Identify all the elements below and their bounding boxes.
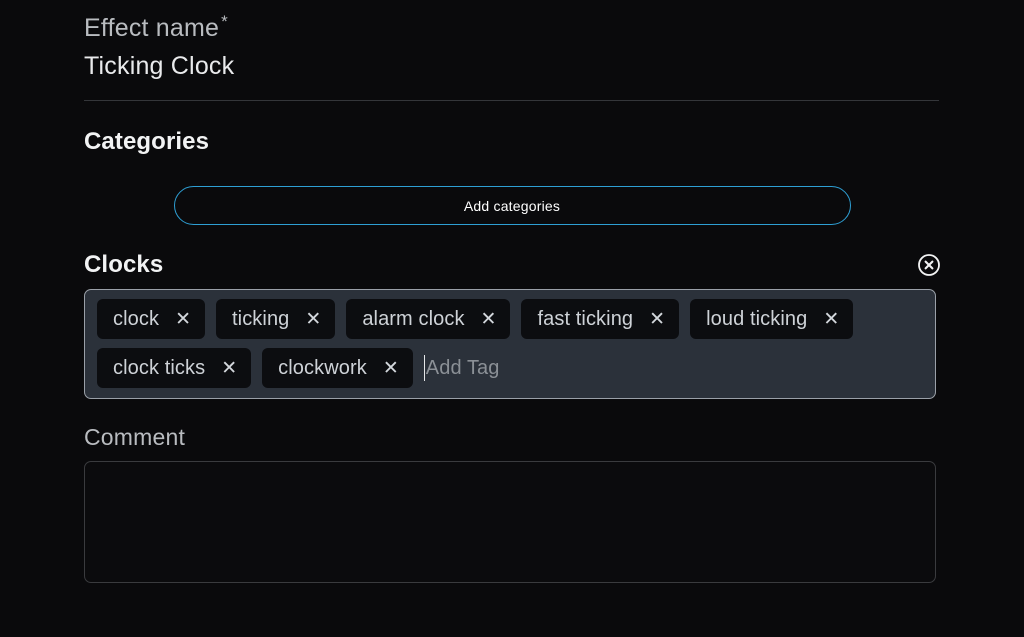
tag-remove-icon[interactable]: ✕ [383,359,399,378]
add-categories-row: Add categories [84,186,940,225]
tag-chip[interactable]: clock ticks ✕ [97,348,252,388]
tag-chip[interactable]: clock ✕ [97,299,205,339]
text-caret [423,355,425,381]
close-circle-icon-svg [918,254,940,276]
tag-chip[interactable]: loud ticking ✕ [690,299,854,339]
tag-input-container[interactable]: clock ✕ ticking ✕ alarm clock ✕ fast ticking ✕ l… [84,289,936,399]
tag-remove-icon[interactable]: ✕ [221,359,237,378]
tag-chip[interactable]: ticking ✕ [216,299,336,339]
effect-name-value[interactable]: Ticking Clock [84,48,940,84]
add-tag-input[interactable] [425,356,926,380]
add-categories-button[interactable]: Add categories [173,186,851,225]
tag-remove-icon[interactable]: ✕ [305,310,321,329]
tag-label: clockwork [278,356,367,379]
tag-label: fast ticking [537,307,634,330]
add-tag-input-wrap[interactable] [423,348,926,388]
tag-label: ticking [232,307,290,330]
tags-section-header: Clocks [84,251,941,279]
effect-edit-page: Effect name * Ticking Clock Categories Ad… [0,0,1024,637]
tag-chip[interactable]: fast ticking ✕ [521,299,680,339]
tag-chip[interactable]: clockwork ✕ [262,348,413,388]
tag-remove-icon[interactable]: ✕ [175,310,191,329]
required-asterisk: * [221,11,228,31]
tag-label: alarm clock [362,307,465,330]
effect-name-block: Effect name * Ticking Clock [84,0,940,84]
comment-textarea[interactable] [84,461,936,583]
effect-name-label: Effect name * [84,10,228,46]
tag-remove-icon[interactable]: ✕ [649,310,665,329]
effect-name-label-text: Effect name [84,14,220,42]
tag-label: clock ticks [113,356,206,379]
tag-chip[interactable]: alarm clock ✕ [346,299,511,339]
clocks-heading: Clocks [84,251,164,278]
close-circle-icon[interactable] [917,253,941,277]
tag-label: loud ticking [706,307,808,330]
categories-heading: Categories [84,128,210,155]
tag-remove-icon[interactable]: ✕ [481,310,497,329]
tag-remove-icon[interactable]: ✕ [823,310,839,329]
tag-label: clock [113,307,160,330]
comment-label: Comment [84,424,186,450]
section-divider [84,100,939,101]
